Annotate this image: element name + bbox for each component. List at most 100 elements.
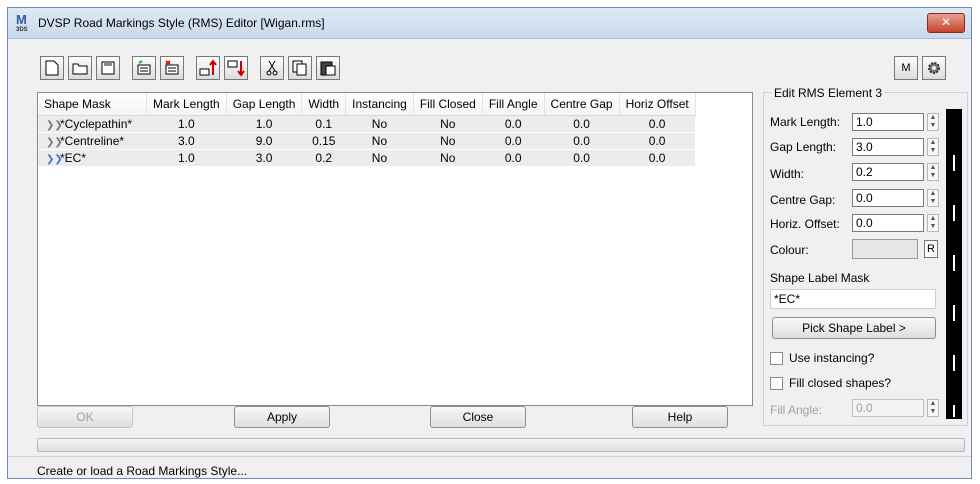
panel-title: Edit RMS Element 3 bbox=[772, 86, 885, 100]
fill-angle-label: Fill Angle: bbox=[770, 403, 823, 417]
add-row-icon bbox=[137, 60, 151, 75]
add-row-button[interactable] bbox=[132, 56, 156, 80]
fill-angle-field[interactable]: 0.0 bbox=[852, 399, 924, 417]
preview-mark bbox=[953, 155, 955, 171]
preview-mark bbox=[953, 255, 955, 271]
close-window-button[interactable]: ✕ bbox=[927, 13, 965, 33]
m-button[interactable]: M bbox=[894, 56, 918, 80]
horiz-offset-spinner[interactable]: ▲ ▼ bbox=[927, 214, 939, 232]
width-spinner[interactable]: ▲ ▼ bbox=[927, 163, 939, 181]
scissors-icon bbox=[266, 60, 278, 76]
cell-gap-length: 9.0 bbox=[226, 132, 302, 150]
move-down-button[interactable] bbox=[224, 56, 248, 80]
status-text: Create or load a Road Markings Style... bbox=[37, 464, 248, 478]
cell-gap-length: 3.0 bbox=[226, 149, 302, 167]
cut-button[interactable] bbox=[260, 56, 284, 80]
paste-button[interactable] bbox=[316, 56, 340, 80]
mark-length-label: Mark Length: bbox=[770, 115, 841, 129]
width-field[interactable]: 0.2 bbox=[852, 163, 924, 181]
col-header-mark-length[interactable]: Mark Length bbox=[146, 93, 227, 116]
cell-centre-gap: 0.0 bbox=[544, 115, 620, 133]
gap-length-label: Gap Length: bbox=[770, 140, 837, 154]
shape-label-mask-input[interactable]: *EC* bbox=[770, 289, 936, 309]
pick-shape-label-button[interactable]: Pick Shape Label > bbox=[772, 317, 936, 339]
rms-elements-grid[interactable]: Shape Mask Mark Length Gap Length Width … bbox=[37, 92, 753, 406]
colour-swatch[interactable] bbox=[852, 239, 918, 259]
gap-length-field[interactable]: 3.0 bbox=[852, 138, 924, 156]
use-instancing-label: Use instancing? bbox=[789, 351, 875, 365]
cell-centre-gap: 0.0 bbox=[544, 149, 620, 167]
close-button[interactable]: Close bbox=[430, 406, 526, 428]
colour-reset-button[interactable]: R bbox=[924, 240, 938, 258]
cell-shape-mask: ❯❯*EC* bbox=[38, 149, 147, 167]
col-header-width[interactable]: Width bbox=[301, 93, 347, 116]
new-file-button[interactable] bbox=[40, 56, 64, 80]
use-instancing-checkbox[interactable] bbox=[770, 352, 783, 365]
width-label: Width: bbox=[770, 167, 805, 181]
move-up-icon bbox=[199, 59, 217, 76]
expand-chevron-icon[interactable]: ❯❯ bbox=[46, 137, 63, 148]
table-row[interactable]: ❯❯*Cyclepathin* 1.0 1.0 0.1 No No 0.0 0.… bbox=[38, 115, 696, 133]
apply-button[interactable]: Apply bbox=[234, 406, 330, 428]
new-file-icon bbox=[45, 60, 59, 76]
fill-angle-spinner[interactable]: ▲ ▼ bbox=[927, 399, 939, 417]
cell-width: 0.2 bbox=[301, 149, 346, 167]
preview-mark bbox=[953, 355, 955, 371]
col-header-fill-angle[interactable]: Fill Angle bbox=[482, 93, 545, 116]
open-file-button[interactable] bbox=[68, 56, 92, 80]
cell-fill-angle: 0.0 bbox=[482, 149, 545, 167]
fill-closed-checkbox[interactable] bbox=[770, 377, 783, 390]
col-header-instancing[interactable]: Instancing bbox=[345, 93, 414, 116]
copy-button[interactable] bbox=[288, 56, 312, 80]
move-up-button[interactable] bbox=[196, 56, 220, 80]
centre-gap-field[interactable]: 0.0 bbox=[852, 189, 924, 207]
expand-chevron-icon[interactable]: ❯❯ bbox=[46, 120, 63, 131]
progress-bar bbox=[37, 438, 965, 452]
save-icon bbox=[101, 61, 115, 75]
expand-chevron-icon[interactable]: ❯❯ bbox=[46, 154, 63, 165]
table-row[interactable]: ❯❯*Centreline* 3.0 9.0 0.15 No No 0.0 0.… bbox=[38, 132, 696, 150]
fill-closed-label: Fill closed shapes? bbox=[789, 376, 892, 390]
cell-fill-angle: 0.0 bbox=[482, 115, 545, 133]
col-header-shape-mask[interactable]: Shape Mask bbox=[38, 93, 147, 116]
cell-centre-gap: 0.0 bbox=[544, 132, 620, 150]
cell-fill-closed: No bbox=[413, 115, 483, 133]
col-header-fill-closed[interactable]: Fill Closed bbox=[413, 93, 483, 116]
col-header-horiz-offset[interactable]: Horiz Offset bbox=[619, 93, 696, 116]
horiz-offset-field[interactable]: 0.0 bbox=[852, 214, 924, 232]
gear-icon bbox=[928, 62, 940, 74]
open-folder-icon bbox=[72, 63, 88, 75]
cell-fill-closed: No bbox=[413, 149, 483, 167]
delete-row-icon bbox=[165, 60, 179, 75]
help-button[interactable]: Help bbox=[632, 406, 728, 428]
cell-fill-angle: 0.0 bbox=[482, 132, 545, 150]
grid-header-row: Shape Mask Mark Length Gap Length Width … bbox=[38, 93, 696, 116]
cell-horiz-offset: 0.0 bbox=[619, 132, 696, 150]
move-down-icon bbox=[227, 60, 245, 77]
paste-icon bbox=[320, 61, 336, 76]
table-row-selected[interactable]: ❯❯*EC* 1.0 3.0 0.2 No No 0.0 0.0 0.0 bbox=[38, 149, 696, 167]
delete-row-button[interactable] bbox=[160, 56, 184, 80]
mark-length-field[interactable]: 1.0 bbox=[852, 113, 924, 131]
col-header-gap-length[interactable]: Gap Length bbox=[226, 93, 303, 116]
save-file-button[interactable] bbox=[96, 56, 120, 80]
edit-rms-element-panel: Edit RMS Element 3 Mark Length: 1.0 ▲ ▼ G… bbox=[763, 86, 968, 426]
title-bar: M 3DS DVSP Road Markings Style (RMS) Edit… bbox=[8, 8, 971, 39]
cell-mark-length: 1.0 bbox=[146, 149, 227, 167]
col-header-centre-gap[interactable]: Centre Gap bbox=[544, 93, 620, 116]
gap-length-spinner[interactable]: ▲ ▼ bbox=[927, 138, 939, 156]
status-bar-divider bbox=[8, 456, 971, 457]
cell-horiz-offset: 0.0 bbox=[619, 149, 696, 167]
line-style-preview bbox=[946, 109, 962, 419]
horiz-offset-label: Horiz. Offset: bbox=[770, 217, 840, 231]
ok-button[interactable]: OK bbox=[37, 406, 133, 428]
centre-gap-spinner[interactable]: ▲ ▼ bbox=[927, 189, 939, 207]
cell-instancing: No bbox=[345, 132, 414, 150]
cell-width: 0.15 bbox=[301, 132, 346, 150]
mark-length-spinner[interactable]: ▲ ▼ bbox=[927, 113, 939, 131]
cell-instancing: No bbox=[345, 149, 414, 167]
shape-label-mask-label: Shape Label Mask bbox=[770, 271, 870, 285]
cell-horiz-offset: 0.0 bbox=[619, 115, 696, 133]
settings-button[interactable] bbox=[922, 56, 946, 80]
colour-label: Colour: bbox=[770, 243, 809, 257]
